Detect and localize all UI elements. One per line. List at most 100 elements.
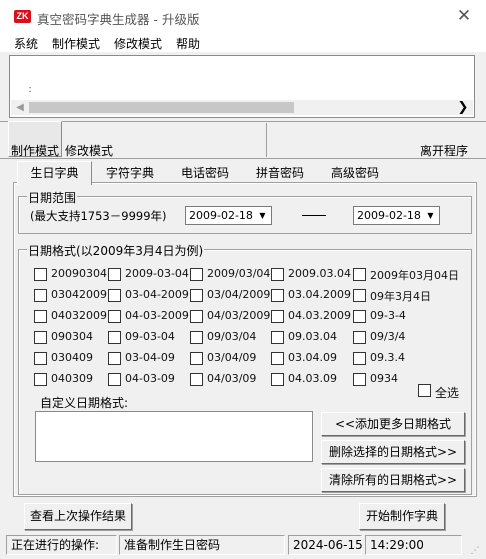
date-format-label: 0934 [370,372,398,385]
select-all-checkbox[interactable] [418,384,431,397]
date-format-label: 2009年03月04日 [370,269,459,282]
date-format-checkbox[interactable] [108,310,121,323]
date-format-checkbox[interactable] [190,310,203,323]
date-format-label: 03-04-2009 [125,288,189,301]
date-format-label: 04.03.2009 [288,309,351,322]
date-format-checkbox[interactable] [271,310,284,323]
date-format-checkbox[interactable] [108,352,121,365]
date-format-checkbox[interactable] [353,352,366,365]
date-format-checkbox[interactable] [108,331,121,344]
delete-format-button[interactable]: 删除选择的日期格式>> [321,440,465,464]
chevron-down-icon: ▼ [427,211,434,220]
date-format-checkbox[interactable] [353,373,366,386]
date-format-checkbox[interactable] [108,373,121,386]
date-format-label: 04/03/09 [207,372,257,385]
end-date-value: 2009-02-18 [357,209,421,222]
clear-format-button[interactable]: 清除所有的日期格式>> [321,468,465,492]
close-button[interactable]: ✕ [451,6,477,28]
date-format-checkbox[interactable] [34,352,47,365]
date-format-checkbox[interactable] [34,310,47,323]
log-output-box[interactable]: : ◀ ❯ [9,55,475,118]
date-format-label: 2009.03.04 [288,267,351,280]
tab-birthday[interactable]: 生日字典 [17,161,92,185]
title-bar: ZK 真空密码字典生成器 - 升级版 ✕ [0,0,486,32]
start-date-select[interactable]: 2009-02-18 ▼ [185,206,272,225]
date-format-checkbox[interactable] [271,268,284,281]
date-format-checkbox[interactable] [190,268,203,281]
horizontal-scrollbar[interactable]: ◀ ❯ [11,100,473,115]
date-format-checkbox[interactable] [271,352,284,365]
date-format-label: 04032009 [51,309,107,322]
date-format-label: 2009/03/04 [207,267,271,280]
date-format-label: 04-03-09 [125,372,175,385]
date-format-checkbox[interactable] [34,373,47,386]
scroll-thumb[interactable] [29,102,294,113]
resize-grip-icon[interactable]: ⋰ [468,545,482,557]
date-format-label: 09-03-04 [125,330,175,343]
date-format-label: 04/03/2009 [207,309,271,322]
date-format-checkbox[interactable] [190,289,203,302]
date-format-label: 09/03/04 [207,330,257,343]
date-format-checkbox[interactable] [108,289,121,302]
tab-pinyin[interactable]: 拼音密码 [256,164,304,184]
status-date: 2024-06-15 [288,535,363,555]
app-logo-icon: ZK [14,10,31,23]
date-format-label: 040309 [51,372,93,385]
date-format-label: 030409 [51,351,93,364]
start-date-value: 2009-02-18 [189,209,253,222]
end-date-select[interactable]: 2009-02-18 ▼ [353,206,440,225]
date-format-checkbox[interactable] [271,373,284,386]
date-format-checkbox[interactable] [34,268,47,281]
menu-modify-mode[interactable]: 修改模式 [114,35,162,52]
date-range-separator [302,215,326,216]
status-bar: 正在进行的操作: 准备制作生日密码 2024-06-15 14:29:00 [0,533,486,559]
view-last-result-button[interactable]: 查看上次操作结果 [24,503,132,530]
window-title: 真空密码字典生成器 - 升级版 [37,12,200,27]
date-format-label: 03/04/2009 [207,288,271,301]
date-format-label: 09-3-4 [370,309,406,322]
date-format-label: 04.03.09 [288,372,337,385]
menu-make-mode[interactable]: 制作模式 [52,35,100,52]
date-format-checkbox[interactable] [190,373,203,386]
date-format-label: 20090304 [51,267,107,280]
date-format-label: 03/04/09 [207,351,257,364]
menu-help[interactable]: 帮助 [176,35,200,52]
date-format-label: 09.03.04 [288,330,337,343]
date-format-checkbox[interactable] [353,289,366,302]
date-format-checkbox[interactable] [353,268,366,281]
custom-format-label: 自定义日期格式: [40,396,129,410]
date-format-checkbox[interactable] [271,331,284,344]
date-format-label: 04-03-2009 [125,309,189,322]
date-range-title: 日期范围 [27,189,78,206]
status-label: 正在进行的操作: [6,535,117,555]
tab-character[interactable]: 字符字典 [106,164,154,184]
toolbar-bottom-divider [0,158,486,159]
tab-phone[interactable]: 电话密码 [181,164,229,184]
menu-bar: 系统 制作模式 修改模式 帮助 [0,32,486,52]
date-format-checkbox[interactable] [190,352,203,365]
date-format-checkbox[interactable] [108,268,121,281]
date-format-checkbox[interactable] [34,331,47,344]
menu-system[interactable]: 系统 [14,35,38,52]
start-dictionary-button[interactable]: 开始制作字典 [359,503,445,530]
date-format-checkbox[interactable] [271,289,284,302]
date-format-checkbox[interactable] [34,289,47,302]
exit-button[interactable]: 离开程序 [420,142,468,159]
date-format-label: 09.3.4 [370,351,405,364]
date-format-label: 03042009 [51,288,107,301]
date-format-checkbox[interactable] [353,331,366,344]
date-format-label: 090304 [51,330,93,343]
scroll-left-icon[interactable]: ◀ [13,101,27,114]
chevron-down-icon: ▼ [259,211,266,220]
date-format-checkbox[interactable] [190,331,203,344]
tab-advanced[interactable]: 高级密码 [331,164,379,184]
select-all-label: 全选 [435,386,460,400]
modify-mode-button[interactable]: 修改模式 [65,142,113,159]
status-time: 14:29:00 [365,535,462,555]
scroll-right-icon[interactable]: ❯ [455,100,471,115]
toolbar-divider [266,123,267,157]
custom-format-textarea[interactable] [35,411,313,462]
add-format-button[interactable]: <<添加更多日期格式 [321,412,465,436]
make-mode-button[interactable]: 制作模式 [11,142,59,159]
date-format-checkbox[interactable] [353,310,366,323]
